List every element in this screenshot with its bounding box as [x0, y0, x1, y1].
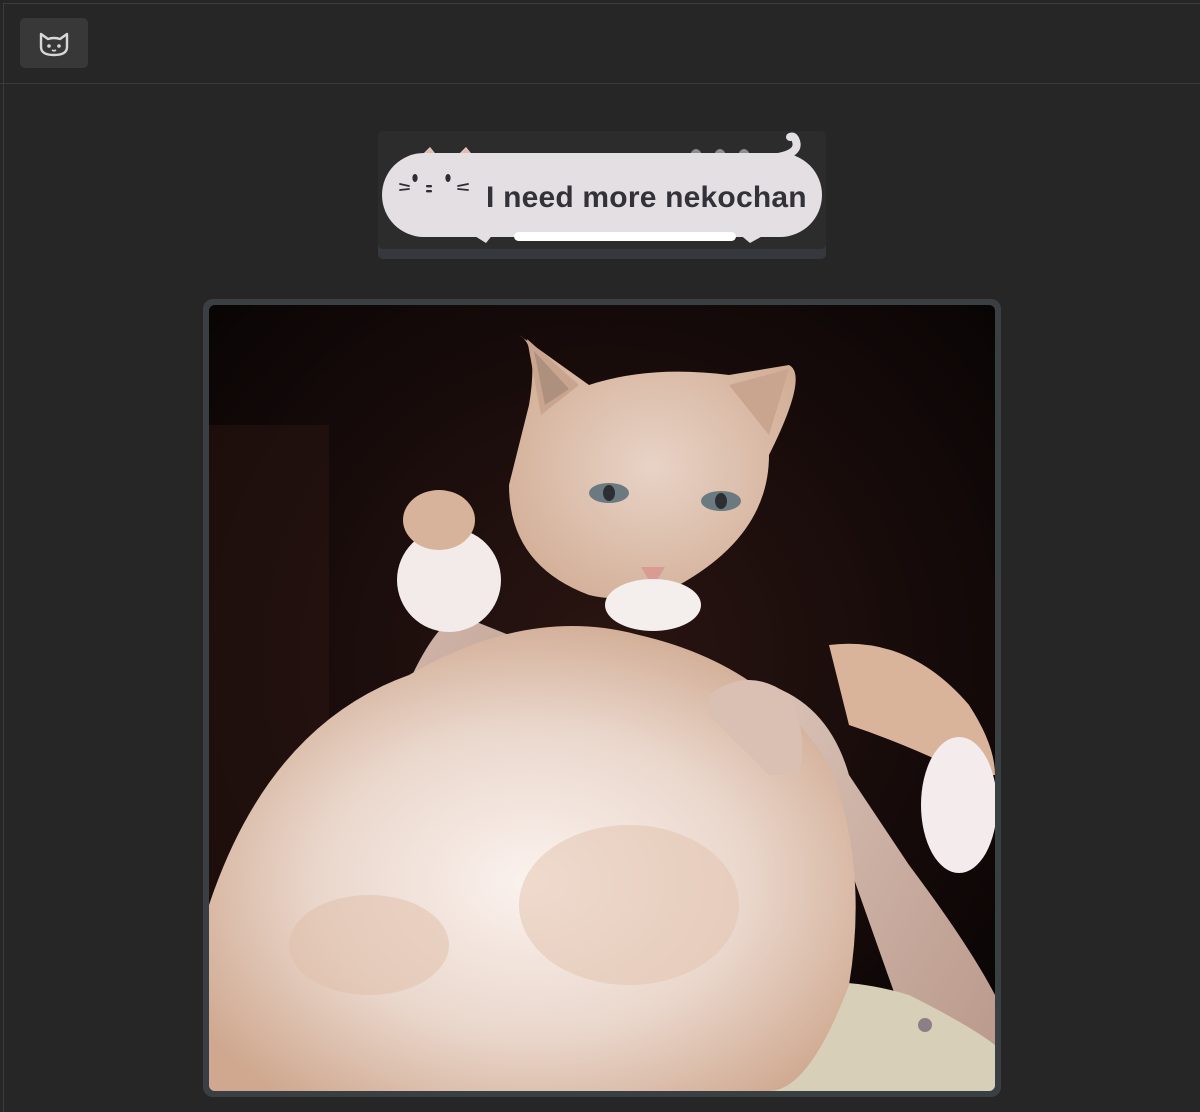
top-bar — [0, 0, 1200, 84]
cat-face-icon — [39, 32, 69, 57]
banner: I need more nekochan — [378, 131, 826, 259]
banner-text: I need more nekochan — [486, 181, 807, 214]
cat-photo — [209, 305, 995, 1091]
cat-menu-button[interactable] — [20, 18, 88, 68]
photo-frame — [203, 299, 1001, 1097]
